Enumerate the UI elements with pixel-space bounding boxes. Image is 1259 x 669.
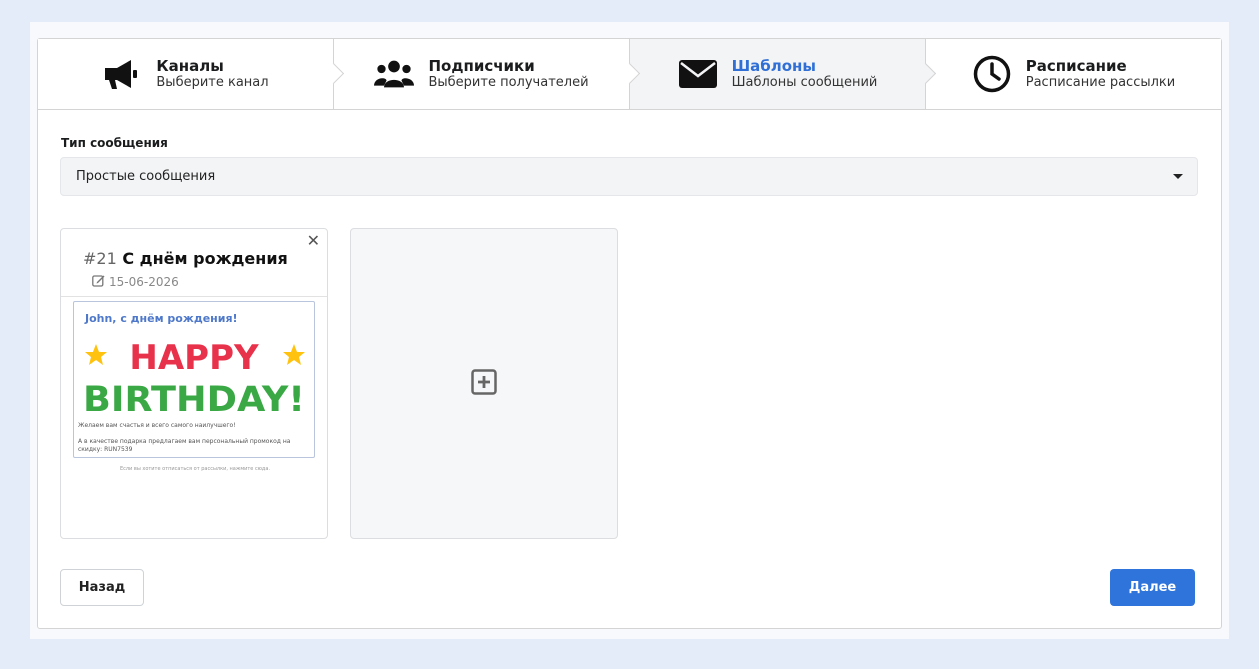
step-schedule[interactable]: Расписание Расписание рассылки bbox=[926, 39, 1221, 109]
happy-birthday-banner: HAPPY BIRTHDAY! bbox=[83, 338, 305, 418]
star-icon bbox=[85, 344, 107, 365]
step-title: Расписание bbox=[1025, 57, 1127, 75]
message-type-select[interactable]: Простые сообщения bbox=[60, 157, 1198, 196]
template-preview: John, с днём рождения! HAPPY BIRTHDAY! Ж… bbox=[73, 301, 315, 458]
banner-birthday: BIRTHDAY! bbox=[83, 380, 305, 418]
step-channels[interactable]: Каналы Выберите канал bbox=[38, 39, 345, 109]
template-card[interactable]: ✕ #21 С днём рождения 15-06-2026 John, с… bbox=[60, 228, 328, 539]
edit-icon bbox=[92, 274, 105, 290]
message-type-label: Тип сообщения bbox=[61, 136, 168, 150]
plus-square-icon bbox=[471, 368, 497, 399]
step-title: Шаблоны bbox=[731, 57, 816, 75]
preview-wish-text: Желаем вам счастья и всего самого наилуч… bbox=[78, 422, 236, 429]
next-button[interactable]: Далее bbox=[1110, 569, 1195, 606]
card-divider bbox=[61, 296, 327, 297]
unsubscribe-note: Если вы хотите отписаться от рассылки, н… bbox=[119, 466, 271, 472]
step-templates[interactable]: Шаблоны Шаблоны сообщений bbox=[630, 39, 937, 109]
step-description: Расписание рассылки bbox=[1025, 75, 1176, 90]
step-description: Выберите получателей bbox=[428, 75, 589, 90]
message-type-value: Простые сообщения bbox=[76, 169, 216, 184]
megaphone-icon bbox=[102, 54, 142, 94]
add-template-button[interactable] bbox=[350, 228, 618, 539]
template-title: #21 С днём рождения bbox=[83, 249, 288, 268]
template-number: #21 bbox=[83, 249, 117, 268]
step-description: Выберите канал bbox=[156, 75, 269, 90]
step-title: Каналы bbox=[156, 57, 224, 75]
caret-down-icon bbox=[1173, 174, 1183, 179]
back-button[interactable]: Назад bbox=[60, 569, 144, 606]
template-date-value: 15-06-2026 bbox=[109, 275, 179, 289]
template-name: С днём рождения bbox=[122, 249, 288, 268]
preview-promo-text: А в качестве подарка предлагаем вам перс… bbox=[78, 438, 291, 453]
page-background: Каналы Выберите канал Подписчики Выберит… bbox=[30, 22, 1229, 639]
wizard-steps: Каналы Выберите канал Подписчики Выберит… bbox=[38, 39, 1221, 110]
envelope-icon bbox=[678, 54, 718, 94]
clock-icon bbox=[972, 54, 1012, 94]
close-icon[interactable]: ✕ bbox=[307, 231, 320, 250]
step-description: Шаблоны сообщений bbox=[731, 75, 878, 90]
preview-greeting: John, с днём рождения! bbox=[85, 312, 238, 325]
users-icon bbox=[374, 54, 415, 94]
step-title: Подписчики bbox=[428, 57, 535, 75]
step-subscribers[interactable]: Подписчики Выберите получателей bbox=[334, 39, 641, 109]
campaign-wizard-panel: Каналы Выберите канал Подписчики Выберит… bbox=[37, 38, 1222, 629]
star-icon bbox=[283, 344, 305, 365]
banner-happy: HAPPY bbox=[129, 338, 259, 378]
template-date: 15-06-2026 bbox=[92, 274, 179, 290]
